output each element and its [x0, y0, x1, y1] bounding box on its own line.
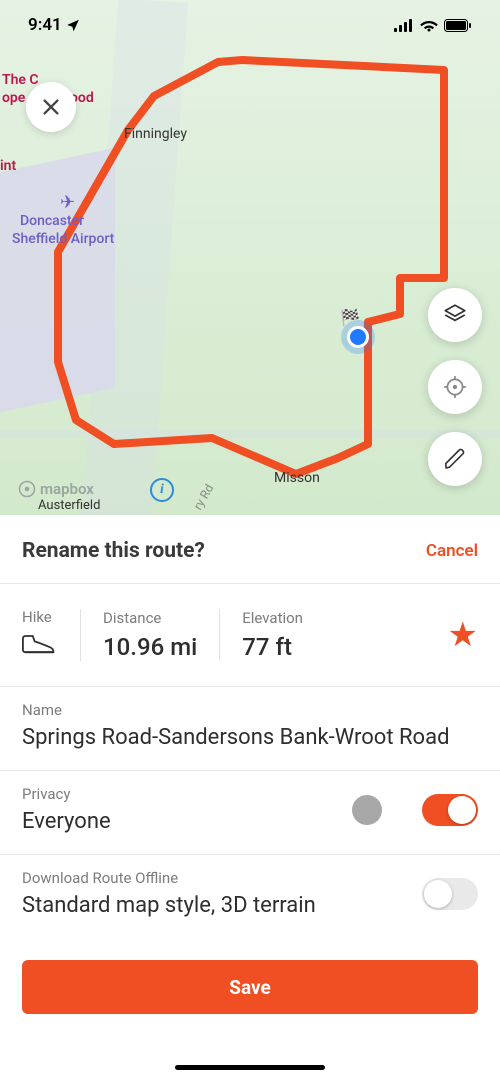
save-button[interactable]: Save	[22, 960, 478, 1014]
finish-flag-icon: 🏁	[340, 308, 360, 327]
map-place-label: Misson	[274, 470, 320, 486]
name-label: Name	[22, 701, 478, 719]
download-value: Standard map style, 3D terrain	[22, 893, 422, 918]
map-attribution: mapbox	[18, 480, 94, 498]
layers-icon	[442, 302, 468, 328]
layers-button[interactable]	[428, 288, 482, 342]
mapbox-logo-icon	[18, 480, 36, 498]
pencil-icon	[443, 447, 467, 471]
map-view[interactable]: 🏁 The C ope ood int Finningley Doncaster…	[0, 0, 500, 515]
sheet-header: Rename this route? Cancel	[0, 515, 500, 584]
distance-value: 10.96 mi	[103, 633, 197, 661]
location-arrow-icon	[66, 18, 80, 32]
map-road-decor	[0, 430, 500, 438]
edit-button[interactable]	[428, 432, 482, 486]
stat-distance: Distance 10.96 mi	[80, 609, 219, 661]
privacy-label: Privacy	[22, 785, 352, 803]
stat-label: Distance	[103, 609, 197, 627]
stats-row: Hike Distance 10.96 mi Elevation 77 ft ★	[0, 584, 500, 686]
map-place-label: Austerfield	[38, 498, 100, 513]
map-road-label: ry Rd	[191, 482, 217, 512]
download-label: Download Route Offline	[22, 869, 422, 887]
stat-label: Elevation	[242, 609, 303, 627]
privacy-dot-indicator	[352, 795, 382, 825]
status-time-group: 9:41	[28, 15, 80, 35]
cancel-button[interactable]: Cancel	[426, 541, 478, 561]
privacy-section: Privacy Everyone	[0, 770, 500, 854]
info-button[interactable]: i	[150, 478, 174, 502]
home-indicator[interactable]	[175, 1065, 325, 1070]
download-toggle[interactable]	[422, 878, 478, 910]
sheet-title: Rename this route?	[22, 539, 205, 563]
map-poi-label: ope	[2, 90, 25, 106]
boot-icon	[22, 632, 58, 658]
map-airport-label: Doncaster	[20, 213, 84, 229]
bottom-sheet: Rename this route? Cancel Hike Distance …	[0, 515, 500, 1080]
privacy-left[interactable]: Privacy Everyone	[22, 785, 352, 834]
map-airport-label: Sheffield Airport	[12, 231, 114, 247]
favorite-button[interactable]: ★	[448, 615, 478, 655]
locate-icon	[442, 374, 468, 400]
current-location-dot	[347, 326, 369, 348]
name-value: Springs Road-Sandersons Bank-Wroot Road	[22, 725, 478, 750]
status-bar: 9:41	[0, 0, 500, 50]
map-poi-label: The C	[2, 72, 39, 88]
stat-hike: Hike	[22, 608, 80, 662]
airport-icon: ✈	[60, 192, 75, 213]
close-icon	[40, 96, 62, 118]
map-attribution-text: mapbox	[40, 480, 94, 498]
map-place-label: Finningley	[124, 126, 187, 142]
stat-label: Hike	[22, 608, 58, 626]
status-time: 9:41	[28, 15, 62, 35]
privacy-toggle[interactable]	[422, 794, 478, 826]
map-poi-label: int	[0, 158, 16, 174]
battery-icon	[444, 19, 472, 32]
close-button[interactable]	[26, 82, 76, 132]
cellular-icon	[394, 19, 414, 32]
privacy-value: Everyone	[22, 809, 352, 834]
wifi-icon	[420, 19, 438, 32]
status-icons	[394, 19, 472, 32]
stat-elevation: Elevation 77 ft	[219, 609, 325, 661]
locate-button[interactable]	[428, 360, 482, 414]
name-section[interactable]: Name Springs Road-Sandersons Bank-Wroot …	[0, 686, 500, 770]
download-left[interactable]: Download Route Offline Standard map styl…	[22, 869, 422, 918]
download-section: Download Route Offline Standard map styl…	[0, 854, 500, 938]
elevation-value: 77 ft	[242, 633, 303, 661]
